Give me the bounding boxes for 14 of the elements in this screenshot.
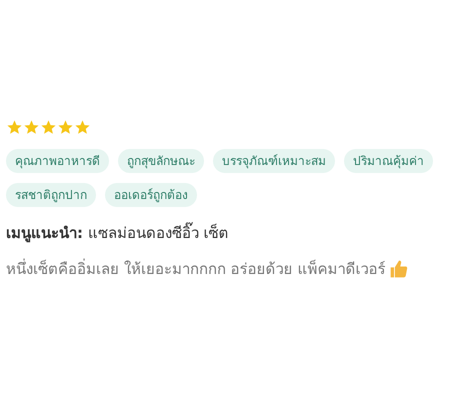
tag: ถูกสุขลักษณะ bbox=[118, 149, 204, 173]
star-icon bbox=[23, 119, 40, 136]
star-icon bbox=[57, 119, 74, 136]
tag: บรรจุภัณฑ์เหมาะสม bbox=[213, 149, 335, 173]
tag: รสชาติถูกปาก bbox=[6, 183, 96, 207]
star-icon bbox=[40, 119, 57, 136]
thumbs-up-icon bbox=[389, 259, 410, 279]
tag: ออเดอร์ถูกต้อง bbox=[105, 183, 197, 207]
star-icon bbox=[6, 119, 23, 136]
tag: คุณภาพอาหารดี bbox=[6, 149, 109, 173]
recommended-menu: เมนูแนะนำ: แซลม่อนดองซีอิ๊ว เซ็ต bbox=[6, 221, 229, 245]
review-comment: หนึ่งเซ็ตคืออิ่มเลย ให้เยอะมากกกก อร่อยด้วย แพ็คมาดีเวอร์ bbox=[6, 258, 386, 280]
tag: ปริมาณคุ้มค่า bbox=[344, 149, 433, 173]
star-icon bbox=[74, 119, 91, 136]
